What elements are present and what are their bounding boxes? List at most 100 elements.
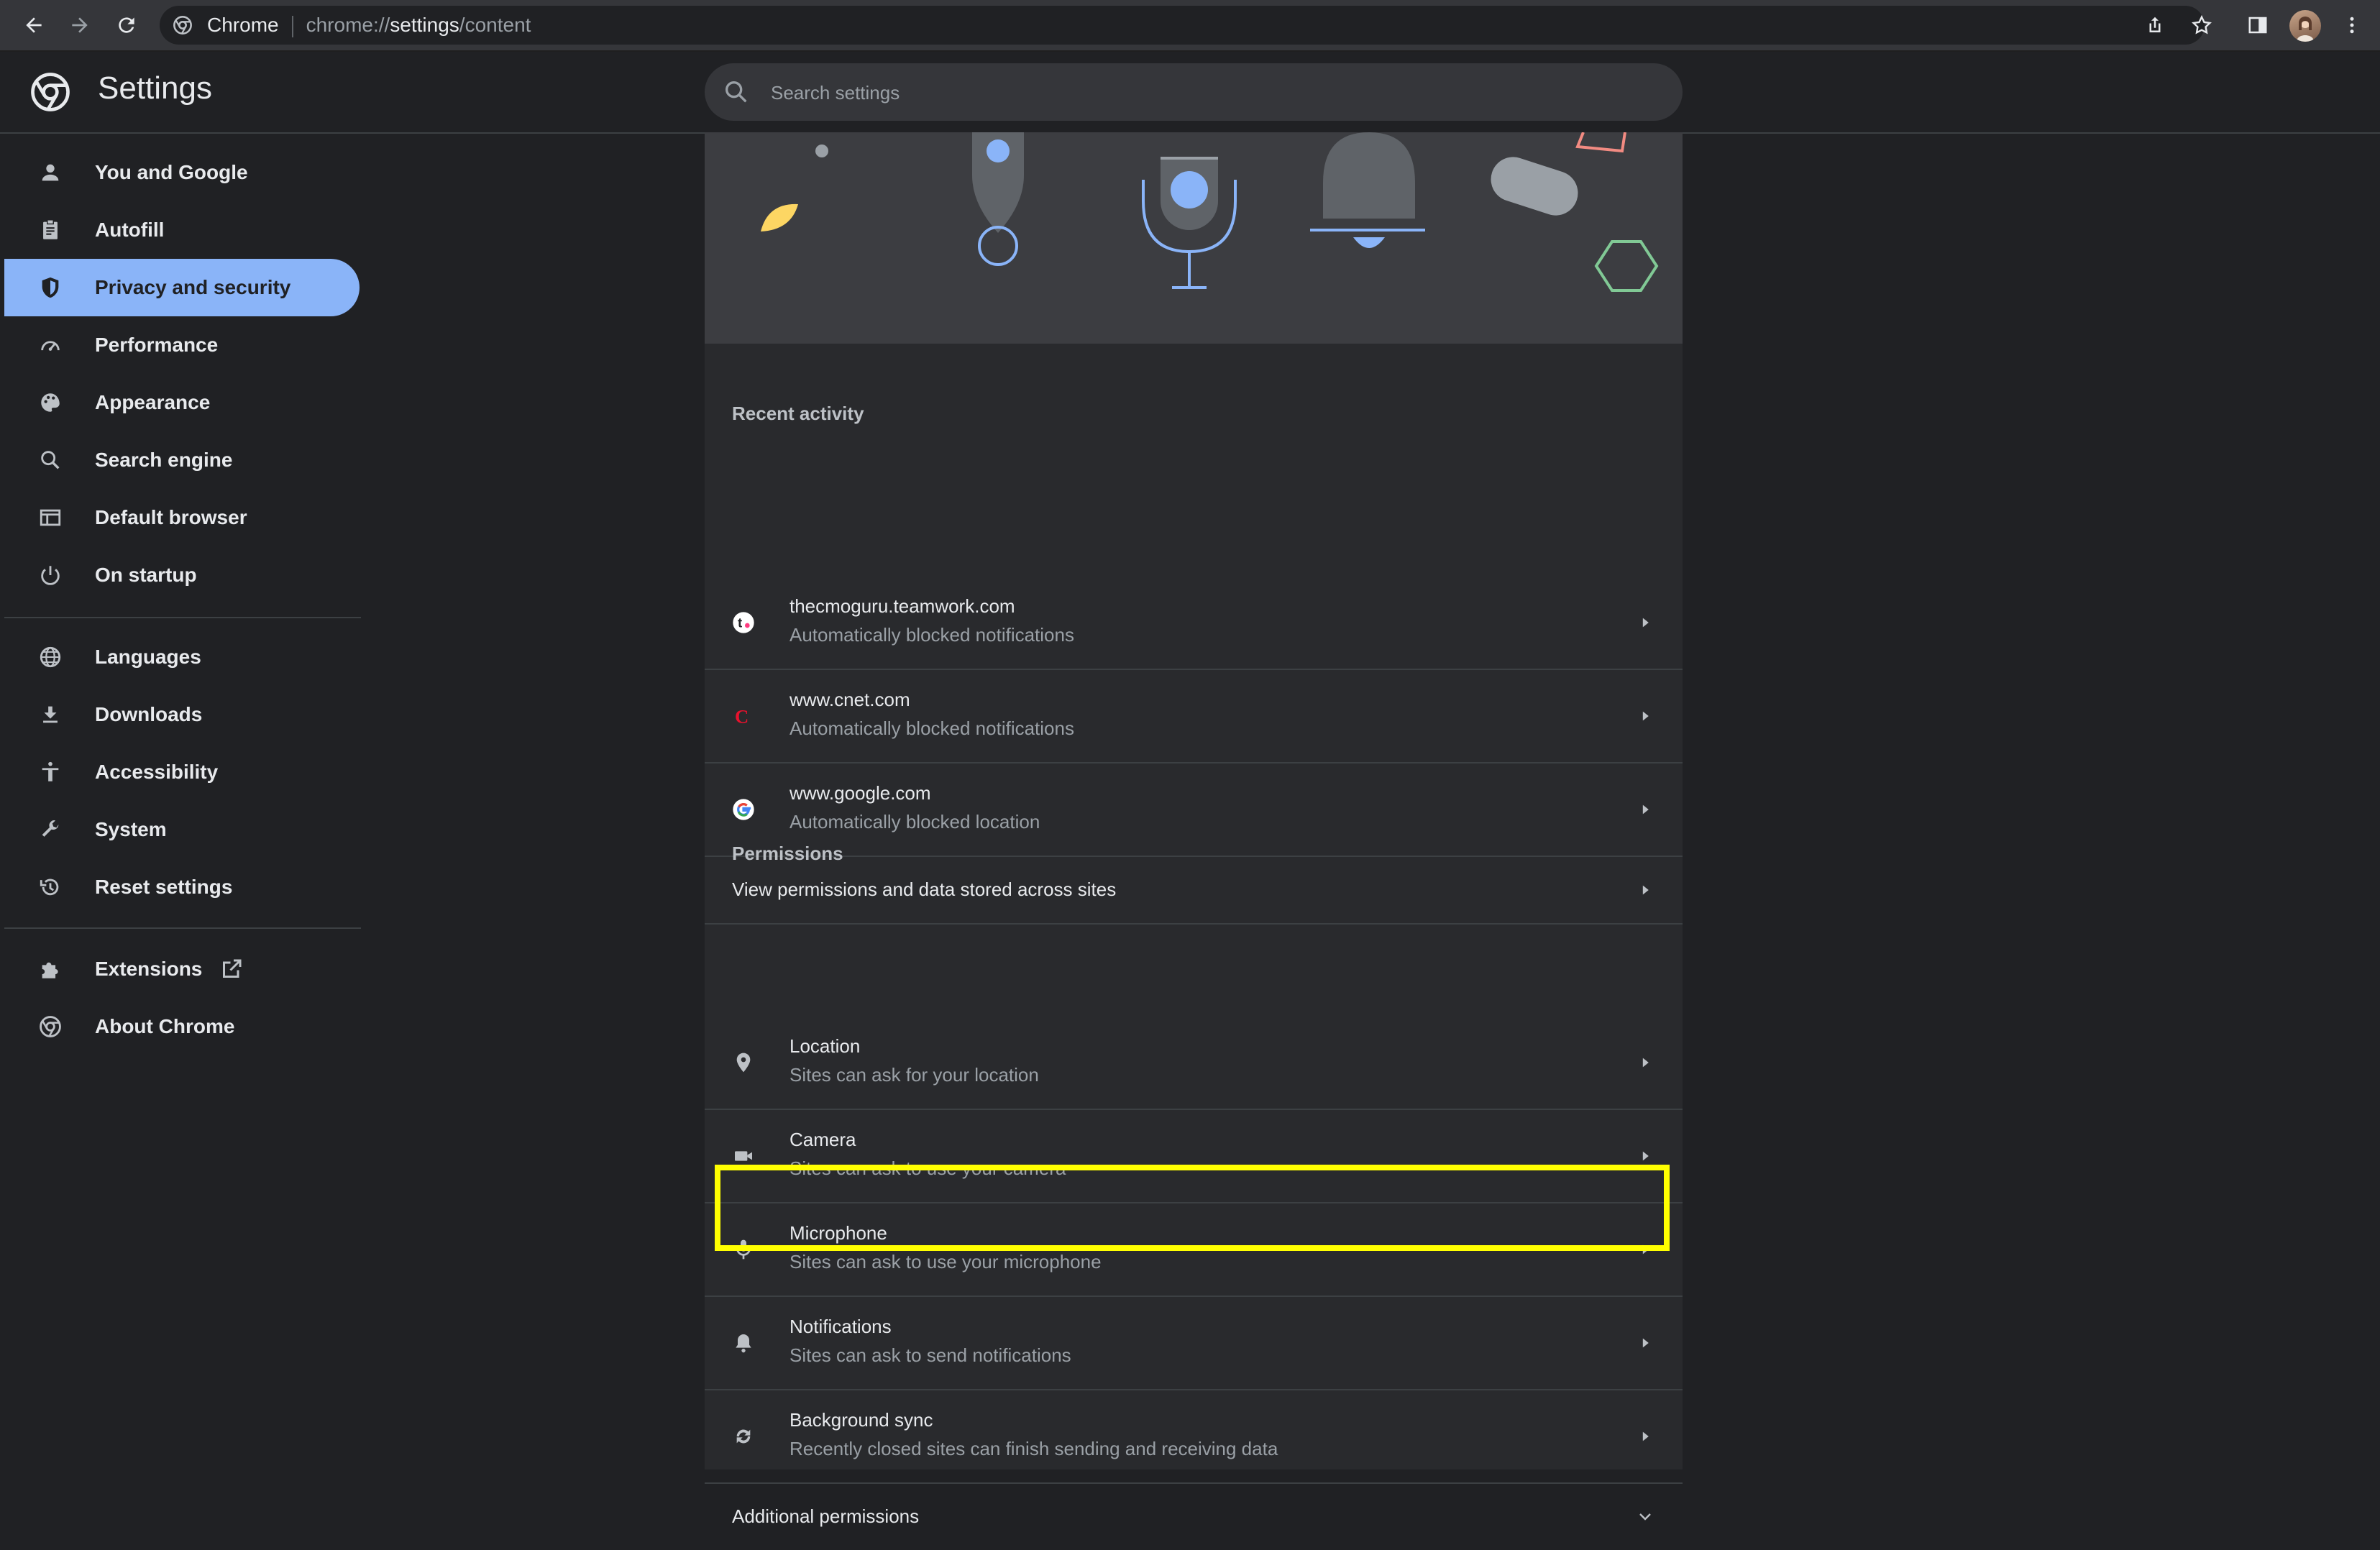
sidebar-item-languages[interactable]: Languages	[4, 628, 360, 686]
row-title: View permissions and data stored across …	[732, 879, 1117, 900]
permission-row-camera[interactable]: Camera Sites can ask to use your camera	[705, 1110, 1683, 1203]
search-box[interactable]	[705, 63, 1683, 122]
sidebar-item-on-startup[interactable]: On startup	[4, 546, 360, 604]
microphone-icon	[729, 1235, 758, 1264]
history-icon	[36, 873, 65, 902]
kebab-menu-icon[interactable]	[2337, 10, 2367, 40]
additional-permissions-expander[interactable]: Additional permissions	[705, 1484, 1683, 1550]
row-title: Background sync	[789, 1409, 933, 1431]
sidebar-item-label: Appearance	[95, 391, 211, 413]
sidebar-item-label: Accessibility	[95, 761, 219, 783]
recent-activity-row[interactable]: t thecmoguru.teamwork.com Automatically …	[705, 577, 1683, 670]
omnibox[interactable]: Chrome chrome://settings/content	[160, 6, 2205, 45]
chevron-right-icon	[1642, 804, 1649, 815]
omnibox-separator	[291, 15, 293, 37]
forward-icon[interactable]	[65, 10, 95, 40]
sidebar-item-label: Extensions	[95, 958, 203, 980]
row-title: www.google.com	[789, 782, 931, 804]
wrench-icon	[36, 815, 65, 844]
permission-row-microphone[interactable]: Microphone Sites can ask to use your mic…	[705, 1203, 1683, 1297]
sidebar-item-accessibility[interactable]: Accessibility	[4, 743, 360, 801]
sidebar-item-system[interactable]: System	[4, 801, 360, 858]
row-subtitle: Sites can ask to send notifications	[789, 1344, 1071, 1366]
sidebar-item-label: System	[95, 818, 167, 840]
sidebar-item-reset-settings[interactable]: Reset settings	[4, 858, 360, 916]
settings-header: Settings	[0, 52, 2380, 134]
chevron-right-icon	[1642, 711, 1649, 721]
sidebar-item-appearance[interactable]: Appearance	[4, 374, 360, 431]
view-permissions-link[interactable]: View permissions and data stored across …	[705, 857, 1683, 925]
row-subtitle: Automatically blocked notifications	[789, 717, 1074, 739]
shield-icon	[36, 273, 65, 302]
sidebar-item-privacy-and-security[interactable]: Privacy and security	[4, 259, 360, 316]
chevron-down-icon	[1639, 1513, 1651, 1521]
row-subtitle: Sites can ask to use your camera	[789, 1157, 1066, 1179]
sidebar-item-you-and-google[interactable]: You and Google	[4, 144, 360, 201]
row-subtitle: Automatically blocked location	[789, 811, 1040, 833]
sidebar-item-extensions[interactable]: Extensions	[4, 940, 360, 998]
sidebar: You and Google Autofill Privacy and secu…	[0, 132, 367, 1469]
side-panel-icon[interactable]	[2243, 10, 2273, 40]
camera-icon	[729, 1142, 758, 1170]
chevron-right-icon	[1642, 885, 1649, 895]
sidebar-item-downloads[interactable]: Downloads	[4, 686, 360, 743]
sidebar-item-label: Search engine	[95, 449, 233, 471]
permission-row-location[interactable]: Location Sites can ask for your location	[705, 1017, 1683, 1110]
chevron-right-icon	[1642, 1338, 1649, 1348]
download-icon	[36, 700, 65, 729]
page-title: Settings	[98, 70, 212, 106]
sidebar-item-search-engine[interactable]: Search engine	[4, 431, 360, 489]
sidebar-item-label: On startup	[95, 564, 197, 586]
sidebar-item-label: Default browser	[95, 506, 247, 528]
teamwork-favicon: t	[729, 608, 758, 637]
content-settings-card: Recent activity t thecmoguru.teamwork.co…	[705, 132, 1683, 1527]
sidebar-divider	[4, 927, 361, 929]
back-icon[interactable]	[19, 10, 49, 40]
sidebar-item-label: Autofill	[95, 219, 165, 241]
sidebar-item-label: Languages	[95, 646, 201, 668]
share-icon[interactable]	[2140, 10, 2170, 40]
sidebar-item-performance[interactable]: Performance	[4, 316, 360, 374]
recent-activity-row[interactable]: www.google.com Automatically blocked loc…	[705, 763, 1683, 857]
chrome-icon	[36, 1012, 65, 1041]
cnet-favicon: C	[729, 702, 758, 730]
reload-icon[interactable]	[111, 10, 142, 40]
permission-row-notifications[interactable]: Notifications Sites can ask to send noti…	[705, 1297, 1683, 1390]
chevron-right-icon	[1642, 1244, 1649, 1255]
sidebar-item-autofill[interactable]: Autofill	[4, 201, 360, 259]
row-title: Location	[789, 1035, 861, 1057]
row-title: thecmoguru.teamwork.com	[789, 595, 1015, 617]
globe-icon	[36, 643, 65, 671]
chevron-right-icon	[1642, 1058, 1649, 1068]
section-label-recent-activity: Recent activity	[732, 403, 864, 424]
palette-icon	[36, 388, 65, 417]
chevron-right-icon	[1642, 1151, 1649, 1161]
search-icon	[36, 446, 65, 474]
row-subtitle: Sites can ask for your location	[789, 1064, 1039, 1086]
power-icon	[36, 561, 65, 590]
profile-avatar[interactable]	[2289, 10, 2321, 42]
sidebar-item-label: About Chrome	[95, 1015, 235, 1037]
browser-window-icon	[36, 503, 65, 532]
row-title: Microphone	[789, 1222, 887, 1244]
permission-row-background-sync[interactable]: Background sync Recently closed sites ca…	[705, 1390, 1683, 1484]
row-subtitle: Sites can ask to use your microphone	[789, 1251, 1102, 1272]
svg-text:t: t	[738, 615, 742, 630]
recent-activity-row[interactable]: C www.cnet.com Automatically blocked not…	[705, 670, 1683, 763]
bookmark-star-icon[interactable]	[2187, 10, 2217, 40]
chrome-logo-icon	[31, 73, 70, 111]
sidebar-item-default-browser[interactable]: Default browser	[4, 489, 360, 546]
sync-icon	[729, 1422, 758, 1451]
search-input[interactable]	[769, 63, 1664, 122]
sidebar-item-label: Reset settings	[95, 876, 233, 898]
sidebar-item-about-chrome[interactable]: About Chrome	[4, 998, 360, 1055]
url-host: settings	[390, 14, 459, 36]
speedometer-icon	[36, 331, 65, 359]
search-icon	[726, 81, 747, 103]
row-title: Camera	[789, 1129, 856, 1150]
google-favicon	[729, 795, 758, 824]
url-path: /content	[459, 14, 531, 36]
open-in-new-icon	[223, 959, 242, 978]
chrome-site-icon	[173, 16, 192, 35]
bell-icon	[729, 1329, 758, 1357]
